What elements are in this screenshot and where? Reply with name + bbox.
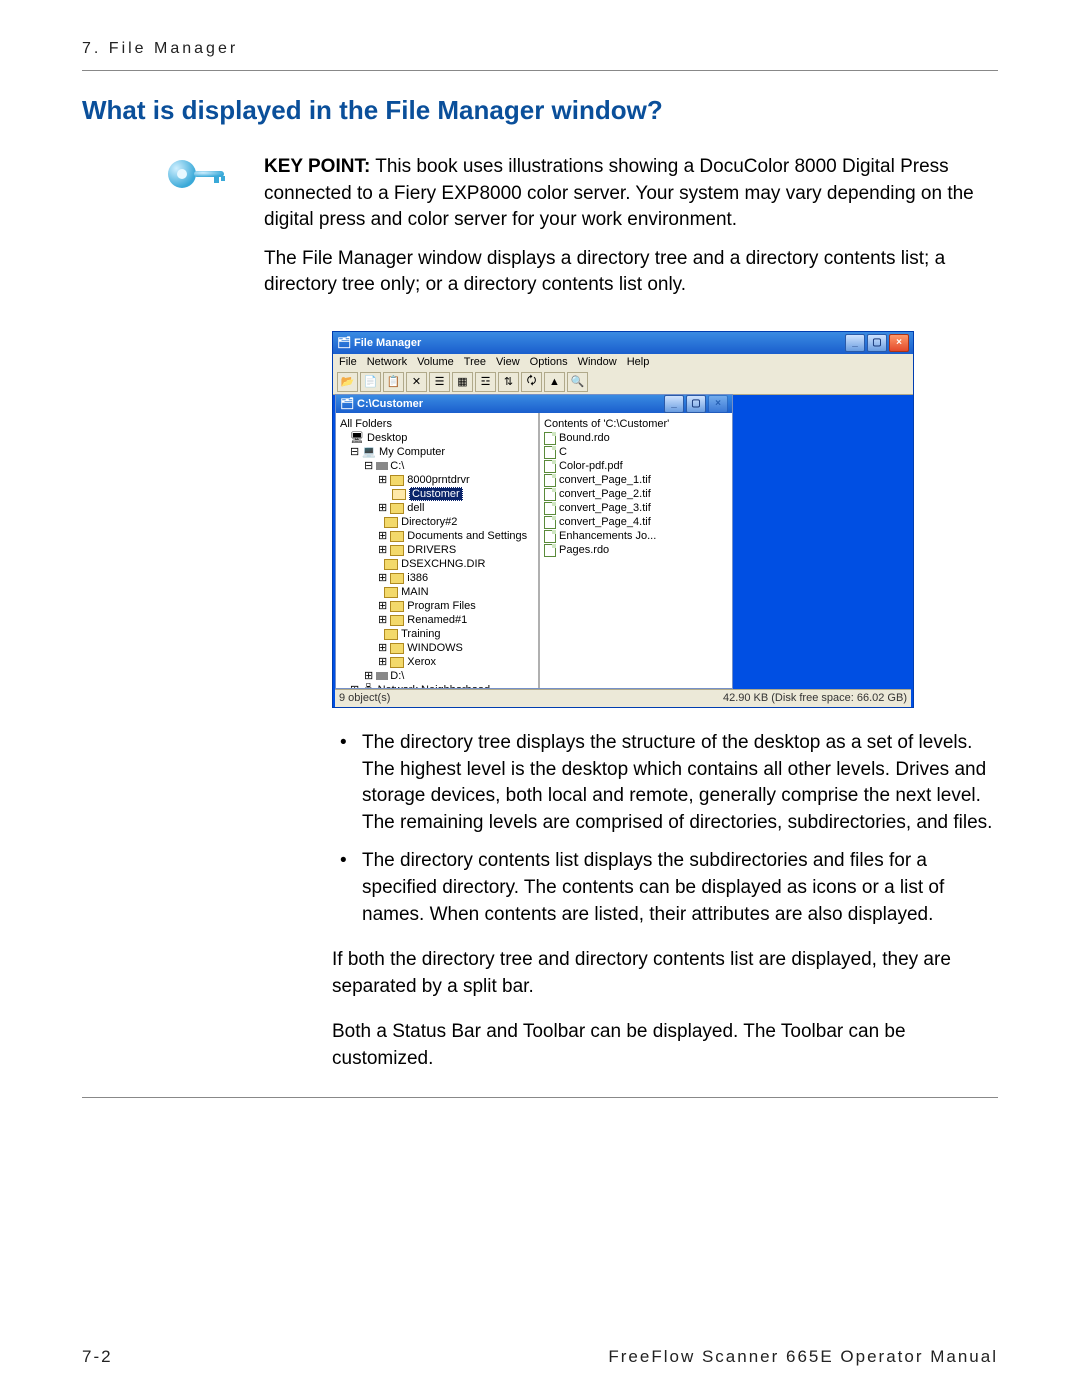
tree-item[interactable]: ⊞ Documents and Settings — [340, 529, 534, 543]
tree-item[interactable]: ⊞ 8000prntdrvr — [340, 473, 534, 487]
menu-window[interactable]: Window — [578, 356, 617, 368]
tree-item[interactable]: ⊞ WINDOWS — [340, 641, 534, 655]
bullet-item: The directory contents list displays the… — [332, 848, 998, 928]
list-item[interactable]: convert_Page_4.tif — [544, 515, 728, 529]
chapter-label: 7. File Manager — [82, 40, 238, 58]
list-item[interactable]: Enhancements Jo... — [544, 529, 728, 543]
tree-network[interactable]: ⊞ 🖧 Network Neighborhood — [340, 683, 534, 688]
list-item[interactable]: convert_Page_3.tif — [544, 501, 728, 515]
toolbar-find-icon[interactable]: 🔍 — [567, 372, 588, 392]
tree-item[interactable]: Directory#2 — [340, 515, 534, 529]
menu-help[interactable]: Help — [627, 356, 650, 368]
toolbar-sort-icon[interactable]: ⇅ — [498, 372, 519, 392]
tree-item[interactable]: ⊞ Xerox — [340, 655, 534, 669]
list-item[interactable]: Color-pdf.pdf — [544, 459, 728, 473]
tree-item[interactable]: ⊞ dell — [340, 501, 534, 515]
keypoint-row: KEY POINT: This book uses illustrations … — [82, 154, 998, 311]
inner-titlebar[interactable]: 🗂 C:\Customer _ ▢ × — [336, 395, 732, 413]
tree-item-selected[interactable]: Customer — [340, 487, 534, 501]
page-footer: 7-2 FreeFlow Scanner 665E Operator Manua… — [82, 1347, 998, 1367]
page-number: 7-2 — [82, 1347, 113, 1367]
tree-drive-d[interactable]: ⊞ D:\ — [340, 669, 534, 683]
directory-tree[interactable]: All Folders 🖥 Desktop ⊟ 💻 My Computer ⊟ … — [336, 413, 540, 688]
toolbar-copy-icon[interactable]: 📄 — [360, 372, 381, 392]
intro-paragraph: The File Manager window displays a direc… — [264, 246, 998, 299]
directory-contents[interactable]: Contents of 'C:\Customer' Bound.rdo C Co… — [540, 413, 732, 688]
key-icon — [82, 154, 232, 194]
list-item[interactable]: C — [544, 445, 728, 459]
toolbar-properties-icon[interactable]: ☰ — [429, 372, 450, 392]
file-manager-window: 🗂 File Manager _ ▢ × File Network Volume… — [332, 331, 914, 708]
maximize-button[interactable]: ▢ — [867, 334, 887, 352]
keypoint-body: This book uses illustrations showing a D… — [264, 156, 974, 230]
toolbar-refresh-icon[interactable]: 🗘 — [521, 372, 542, 392]
inner-window: 🗂 C:\Customer _ ▢ × All Folders 🖥 Deskto… — [335, 394, 733, 689]
body-copy: The directory tree displays the structur… — [332, 730, 998, 1073]
status-bar: 9 object(s) 42.90 KB (Disk free space: 6… — [335, 689, 911, 707]
menu-bar: File Network Volume Tree View Options Wi… — [333, 354, 913, 370]
list-item[interactable]: Pages.rdo — [544, 543, 728, 557]
status-object-count: 9 object(s) — [339, 692, 390, 704]
tree-item[interactable]: ⊞ i386 — [340, 571, 534, 585]
toolbar-up-icon[interactable]: ▲ — [544, 372, 565, 392]
file-manager-titlebar[interactable]: 🗂 File Manager _ ▢ × — [333, 332, 913, 354]
inner-app-icon: 🗂 — [340, 397, 354, 410]
close-button[interactable]: × — [889, 334, 909, 352]
tree-item[interactable]: Training — [340, 627, 534, 641]
menu-options[interactable]: Options — [530, 356, 568, 368]
toolbar-large-icons-icon[interactable]: ▦ — [452, 372, 473, 392]
window-title: File Manager — [354, 337, 421, 349]
tree-item[interactable]: ⊞ DRIVERS — [340, 543, 534, 557]
contents-header: Contents of 'C:\Customer' — [544, 417, 728, 431]
inner-minimize-button[interactable]: _ — [664, 395, 684, 413]
minimize-button[interactable]: _ — [845, 334, 865, 352]
paragraph-status: Both a Status Bar and Toolbar can be dis… — [332, 1019, 998, 1072]
footer-rule — [82, 1097, 998, 1098]
keypoint-paragraph: KEY POINT: This book uses illustrations … — [264, 154, 998, 234]
menu-view[interactable]: View — [496, 356, 520, 368]
toolbar: 📂 📄 📋 ✕ ☰ ▦ ☲ ⇅ 🗘 ▲ 🔍 — [333, 370, 913, 395]
toolbar-paste-icon[interactable]: 📋 — [383, 372, 404, 392]
menu-tree[interactable]: Tree — [464, 356, 486, 368]
list-item[interactable]: Bound.rdo — [544, 431, 728, 445]
tree-my-computer[interactable]: ⊟ 💻 My Computer — [340, 445, 534, 459]
tree-desktop[interactable]: 🖥 Desktop — [340, 431, 534, 445]
manual-name: FreeFlow Scanner 665E Operator Manual — [608, 1347, 998, 1367]
header-rule — [82, 70, 998, 71]
app-icon: 🗂 — [337, 336, 351, 349]
toolbar-delete-icon[interactable]: ✕ — [406, 372, 427, 392]
inner-body: All Folders 🖥 Desktop ⊟ 💻 My Computer ⊟ … — [336, 413, 732, 688]
bullet-item: The directory tree displays the structur… — [332, 730, 998, 836]
inner-maximize-button[interactable]: ▢ — [686, 395, 706, 413]
toolbar-details-icon[interactable]: ☲ — [475, 372, 496, 392]
tree-item[interactable]: DSEXCHNG.DIR — [340, 557, 534, 571]
toolbar-open-icon[interactable]: 📂 — [337, 372, 358, 392]
chapter-header: 7. File Manager — [82, 40, 998, 58]
list-item[interactable]: convert_Page_1.tif — [544, 473, 728, 487]
section-heading: What is displayed in the File Manager wi… — [82, 95, 998, 126]
tree-item[interactable]: MAIN — [340, 585, 534, 599]
menu-network[interactable]: Network — [367, 356, 407, 368]
keypoint-label: KEY POINT: — [264, 156, 370, 177]
paragraph-split: If both the directory tree and directory… — [332, 947, 998, 1000]
menu-volume[interactable]: Volume — [417, 356, 454, 368]
menu-file[interactable]: File — [339, 356, 357, 368]
status-disk-space: 42.90 KB (Disk free space: 66.02 GB) — [723, 692, 907, 704]
tree-drive-c[interactable]: ⊟ C:\ — [340, 459, 534, 473]
keypoint-text-block: KEY POINT: This book uses illustrations … — [264, 154, 998, 311]
tree-root: All Folders — [340, 417, 534, 431]
tree-item[interactable]: ⊞ Program Files — [340, 599, 534, 613]
list-item[interactable]: convert_Page_2.tif — [544, 487, 728, 501]
inner-title-text: C:\Customer — [357, 398, 423, 410]
inner-close-button[interactable]: × — [708, 395, 728, 413]
tree-item[interactable]: ⊞ Renamed#1 — [340, 613, 534, 627]
